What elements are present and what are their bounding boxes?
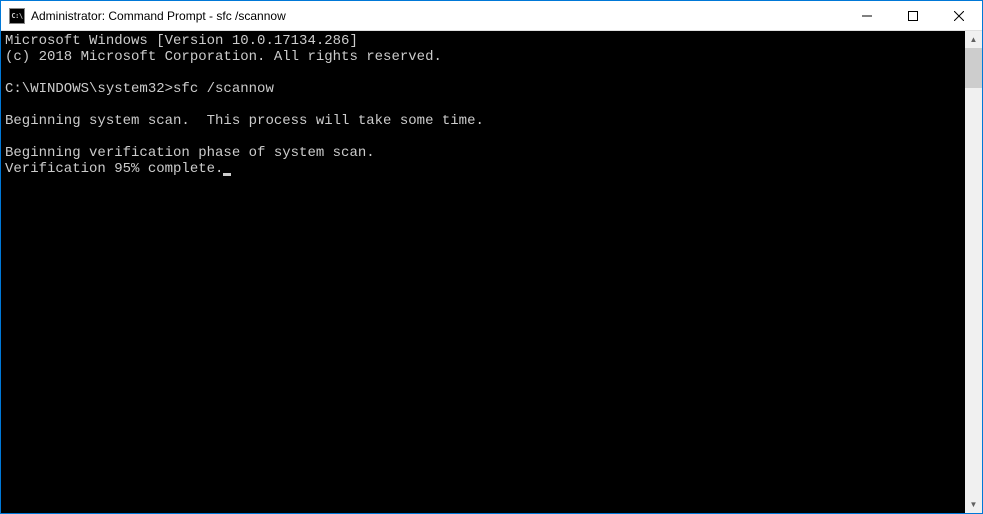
- terminal-line: Beginning verification phase of system s…: [5, 145, 961, 161]
- minimize-button[interactable]: [844, 1, 890, 30]
- vertical-scrollbar[interactable]: ▲ ▼: [965, 31, 982, 513]
- window-controls: [844, 1, 982, 30]
- close-icon: [954, 11, 964, 21]
- terminal-line: C:\WINDOWS\system32>sfc /scannow: [5, 81, 961, 97]
- terminal-line: [5, 129, 961, 145]
- scroll-track[interactable]: [965, 48, 982, 496]
- scroll-down-button[interactable]: ▼: [965, 496, 982, 513]
- chevron-up-icon: ▲: [970, 36, 978, 44]
- window-title: Administrator: Command Prompt - sfc /sca…: [31, 9, 844, 23]
- terminal-line: [5, 97, 961, 113]
- terminal-line: (c) 2018 Microsoft Corporation. All righ…: [5, 49, 961, 65]
- minimize-icon: [862, 11, 872, 21]
- terminal-output[interactable]: Microsoft Windows [Version 10.0.17134.28…: [1, 31, 965, 513]
- close-button[interactable]: [936, 1, 982, 30]
- chevron-down-icon: ▼: [970, 501, 978, 509]
- terminal-line: Beginning system scan. This process will…: [5, 113, 961, 129]
- terminal-line: Verification 95% complete.: [5, 161, 961, 177]
- scroll-thumb[interactable]: [965, 48, 982, 88]
- terminal-line: Microsoft Windows [Version 10.0.17134.28…: [5, 33, 961, 49]
- command-prompt-window: C:\ Administrator: Command Prompt - sfc …: [0, 0, 983, 514]
- maximize-button[interactable]: [890, 1, 936, 30]
- terminal-line: [5, 65, 961, 81]
- app-icon: C:\: [9, 8, 25, 24]
- titlebar[interactable]: C:\ Administrator: Command Prompt - sfc …: [1, 1, 982, 31]
- content-area: Microsoft Windows [Version 10.0.17134.28…: [1, 31, 982, 513]
- maximize-icon: [908, 11, 918, 21]
- scroll-up-button[interactable]: ▲: [965, 31, 982, 48]
- cursor: [223, 173, 231, 176]
